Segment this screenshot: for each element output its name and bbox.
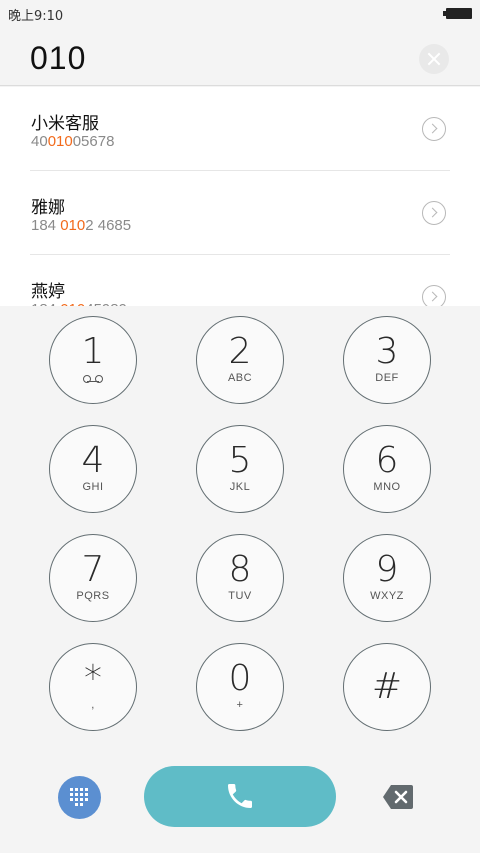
backspace-icon [383,785,413,809]
result-item[interactable]: 雅娜 184 0102 4685 [30,171,450,255]
dialpad-icon [70,788,89,807]
backspace-button[interactable] [382,784,414,810]
key-0[interactable]: 0 + [196,643,284,731]
match-highlight: 010 [47,133,73,150]
battery-icon [443,8,472,19]
contact-name: 燕婷 [31,282,65,302]
key-8[interactable]: 8 TUV [196,534,284,622]
chevron-right-icon[interactable] [422,117,446,141]
key-5[interactable]: 5 JKL [196,425,284,513]
result-item[interactable]: 燕婷 184 01045989 [30,255,450,306]
result-item[interactable]: 小米客服 4001005678 [30,87,450,171]
match-highlight: 010 [60,217,86,234]
chevron-right-icon[interactable] [422,201,446,225]
status-time: 晚上9:10 [8,9,64,24]
key-3[interactable]: 3 DEF [343,316,431,404]
key-7[interactable]: 7 PQRS [49,534,137,622]
search-results-list[interactable]: 小米客服 4001005678 雅娜 184 0102 4685 燕婷 184 … [0,87,480,306]
key-9[interactable]: 9 WXYZ [343,534,431,622]
phone-icon [228,784,252,808]
dial-input-bar: 010 [0,26,480,86]
dialpad-toggle-button[interactable] [58,776,101,819]
status-bar: 晚上9:10 [0,0,480,26]
key-1[interactable]: 1 [49,316,137,404]
contact-number: 184 0102 4685 [31,217,132,234]
key-2[interactable]: 2 ABC [196,316,284,404]
contact-name: 雅娜 [31,198,65,218]
voicemail-icon [82,375,104,383]
dialed-number[interactable]: 010 [30,40,86,77]
clear-icon[interactable] [419,44,449,74]
call-button[interactable] [144,766,336,827]
key-6[interactable]: 6 MNO [343,425,431,513]
key-star[interactable]: * , [49,643,137,731]
key-4[interactable]: 4 GHI [49,425,137,513]
contact-name: 小米客服 [31,114,99,134]
chevron-right-icon[interactable] [422,285,446,306]
key-hash[interactable]: # [343,643,431,731]
contact-number: 4001005678 [31,133,115,150]
